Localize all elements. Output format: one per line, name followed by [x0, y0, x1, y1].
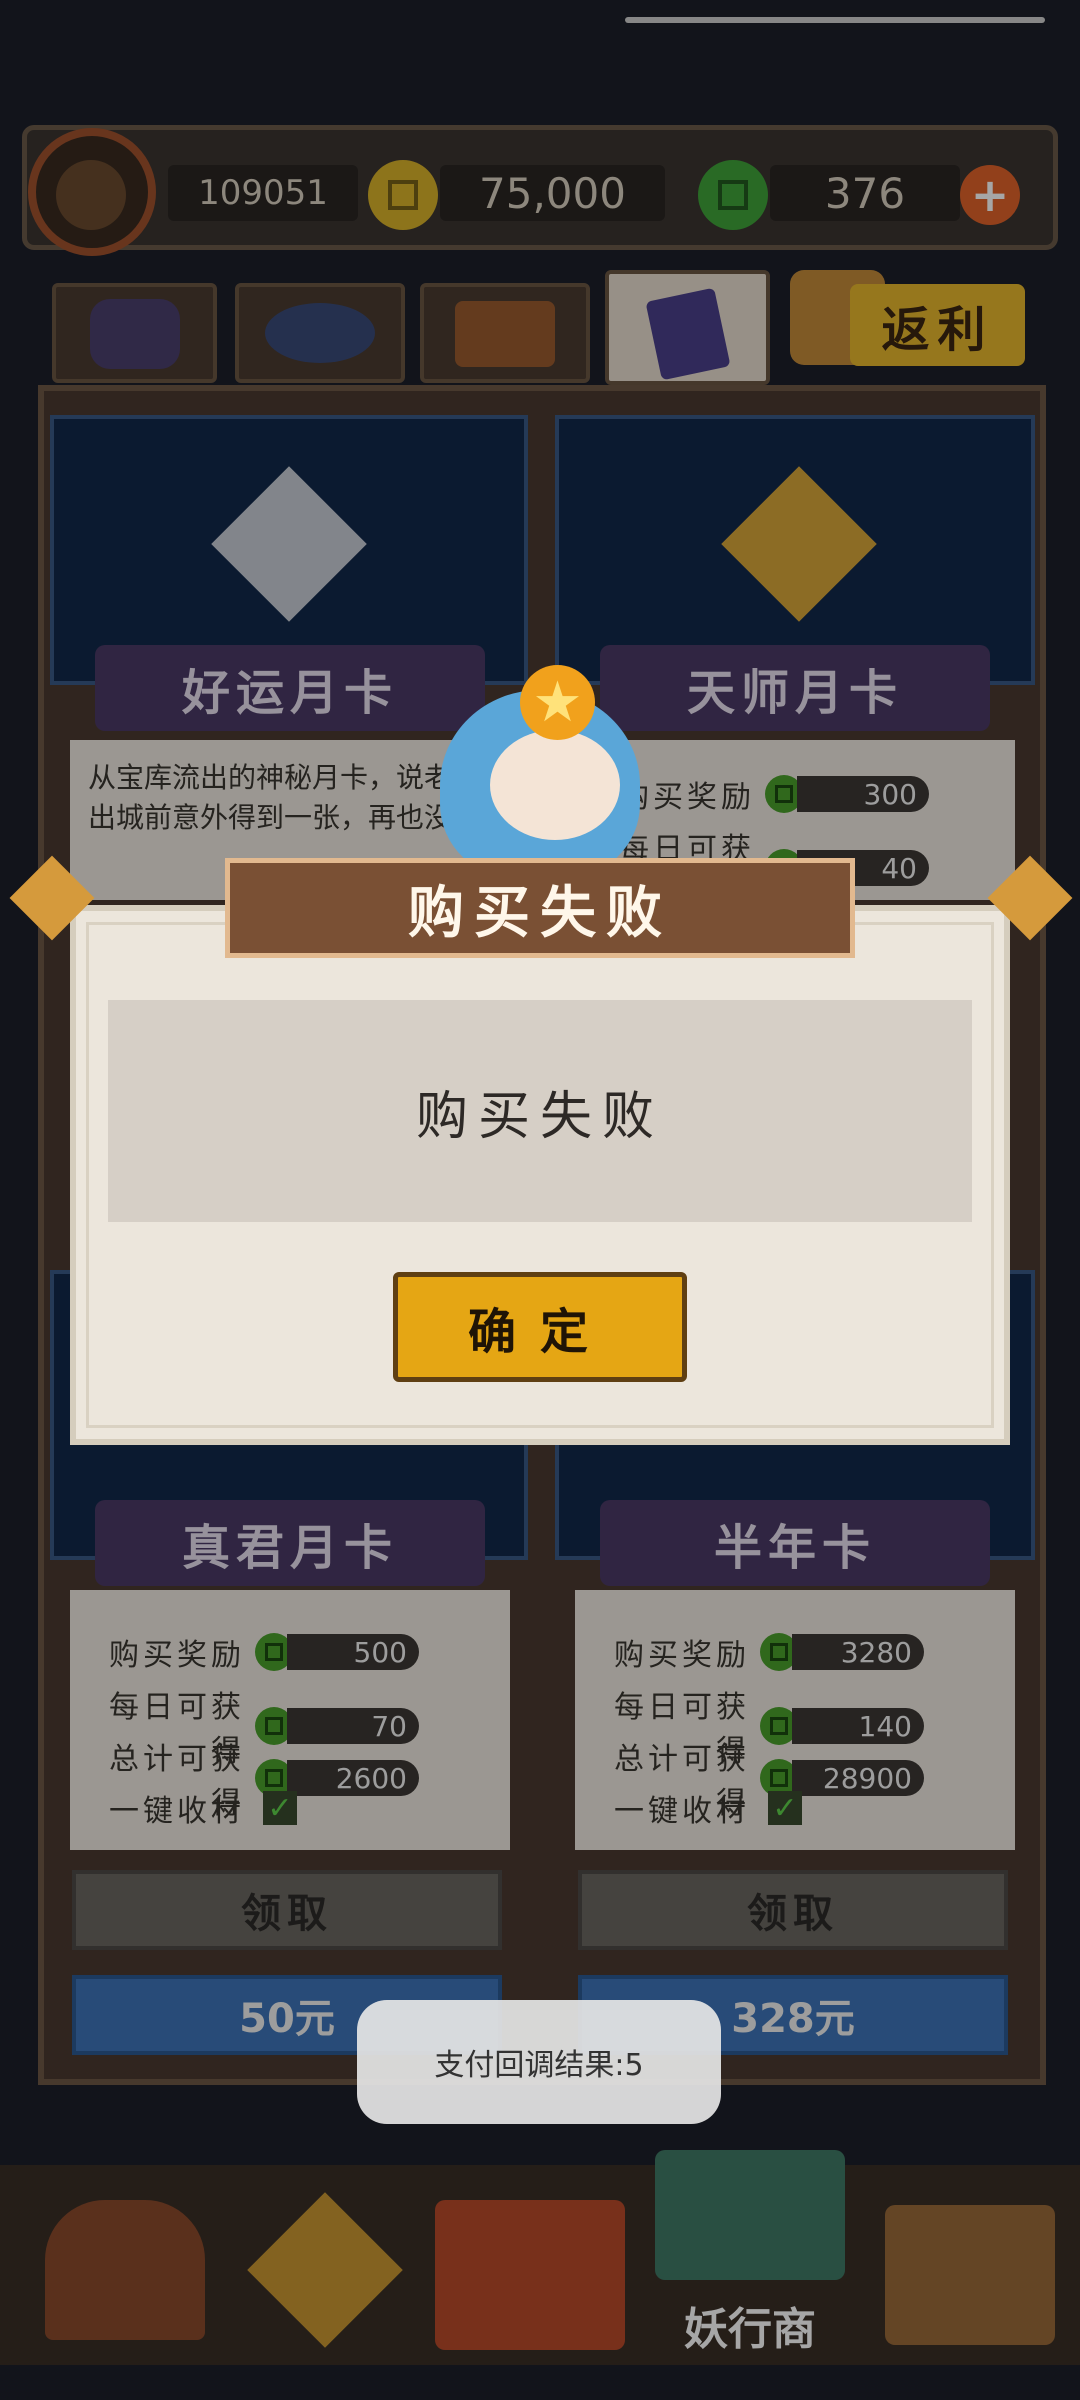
dialog-message: 购买失败 — [108, 1000, 972, 1222]
dialog-title-text: 购买失败 — [408, 880, 672, 946]
dialog-title: 购买失败 — [225, 858, 855, 958]
toast-message: 支付回调结果:5 — [357, 2000, 721, 2124]
confirm-button[interactable]: 确定 — [393, 1272, 687, 1382]
star-icon: ★ — [520, 665, 595, 740]
mascot-face — [490, 730, 620, 840]
